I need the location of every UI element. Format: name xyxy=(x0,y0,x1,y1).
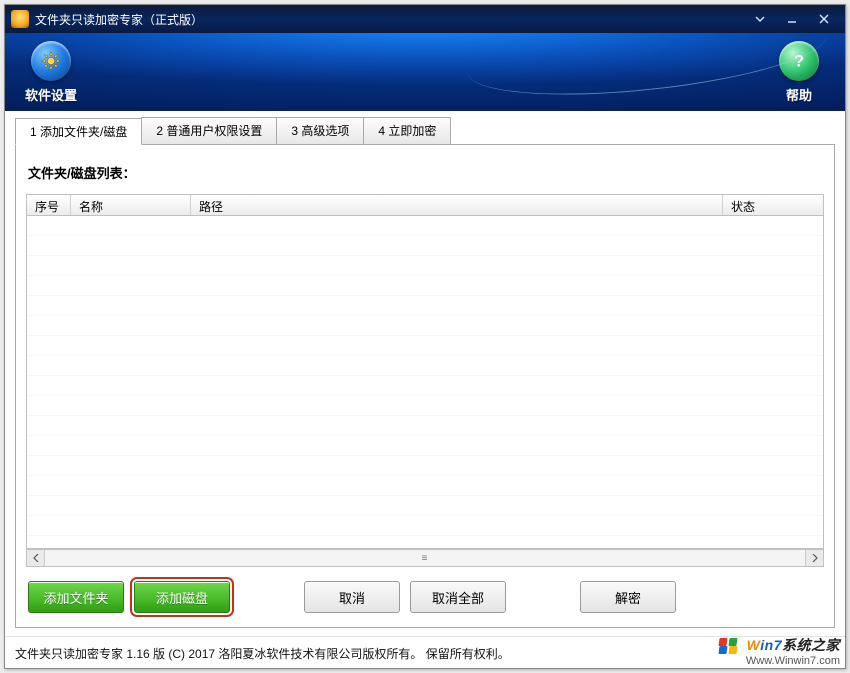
help-label: 帮助 xyxy=(786,85,812,104)
close-button[interactable] xyxy=(809,9,839,29)
button-row: 添加文件夹 添加磁盘 取消 取消全部 解密 xyxy=(26,581,824,617)
settings-button[interactable]: 软件设置 xyxy=(21,41,81,104)
help-icon: ? xyxy=(779,41,819,81)
app-window: 文件夹只读加密专家（正式版） 软件设置 ? 帮助 1 添加文件夹/磁盘 xyxy=(4,4,846,669)
tab-strip: 1 添加文件夹/磁盘 2 普通用户权限设置 3 高级选项 4 立即加密 xyxy=(15,117,835,144)
copyright-text: 文件夹只读加密专家 1.16 版 (C) 2017 洛阳夏冰软件技术有限公司版权… xyxy=(15,647,510,661)
col-status[interactable]: 状态 xyxy=(723,195,823,215)
cancel-all-button[interactable]: 取消全部 xyxy=(410,581,506,613)
scroll-right-arrow-icon[interactable] xyxy=(805,550,823,566)
table-header: 序号 名称 路径 状态 xyxy=(26,194,824,216)
window-title: 文件夹只读加密专家（正式版） xyxy=(35,11,203,28)
horizontal-scrollbar[interactable]: ≡ xyxy=(26,549,824,567)
scroll-grip-icon: ≡ xyxy=(422,553,429,564)
minimize-button[interactable] xyxy=(777,9,807,29)
tab-user-permissions[interactable]: 2 普通用户权限设置 xyxy=(141,117,277,144)
dropdown-button[interactable] xyxy=(745,9,775,29)
tab-panel: 文件夹/磁盘列表： 序号 名称 路径 状态 ≡ 添加文件夹 添加磁盘 xyxy=(15,144,835,628)
header-band: 软件设置 ? 帮助 xyxy=(5,33,845,111)
help-button[interactable]: ? 帮助 xyxy=(769,41,829,104)
settings-label: 软件设置 xyxy=(25,85,77,104)
cancel-button[interactable]: 取消 xyxy=(304,581,400,613)
main-area: 1 添加文件夹/磁盘 2 普通用户权限设置 3 高级选项 4 立即加密 文件夹/… xyxy=(5,111,845,636)
add-folder-button[interactable]: 添加文件夹 xyxy=(28,581,124,613)
svg-text:?: ? xyxy=(794,53,804,71)
col-path[interactable]: 路径 xyxy=(191,195,723,215)
add-disk-button[interactable]: 添加磁盘 xyxy=(134,581,230,613)
title-bar: 文件夹只读加密专家（正式版） xyxy=(5,5,845,33)
col-seq[interactable]: 序号 xyxy=(27,195,71,215)
footer: 文件夹只读加密专家 1.16 版 (C) 2017 洛阳夏冰软件技术有限公司版权… xyxy=(5,636,845,668)
tab-advanced-options[interactable]: 3 高级选项 xyxy=(276,117,364,144)
tab-encrypt-now[interactable]: 4 立即加密 xyxy=(363,117,451,144)
list-label: 文件夹/磁盘列表： xyxy=(26,163,824,182)
col-name[interactable]: 名称 xyxy=(71,195,191,215)
app-icon xyxy=(11,10,29,28)
table-body[interactable] xyxy=(26,216,824,549)
scroll-left-arrow-icon[interactable] xyxy=(27,550,45,566)
decrypt-button[interactable]: 解密 xyxy=(580,581,676,613)
scroll-track[interactable]: ≡ xyxy=(45,553,805,564)
gear-icon xyxy=(31,41,71,81)
tab-add-folder-disk[interactable]: 1 添加文件夹/磁盘 xyxy=(15,118,142,145)
